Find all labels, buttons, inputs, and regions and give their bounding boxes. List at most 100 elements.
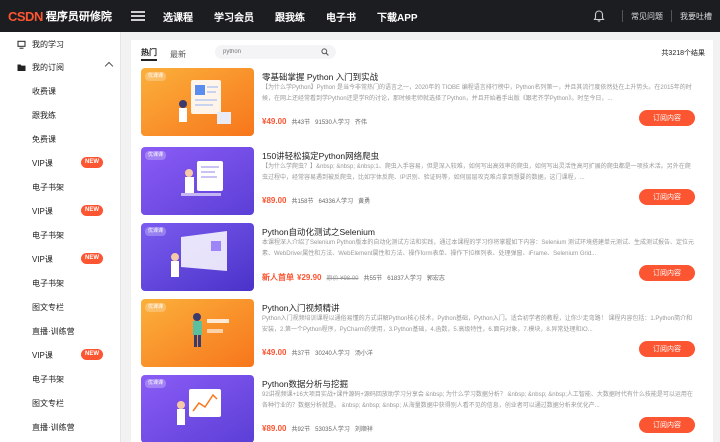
course-card[interactable]: 优课课 Python数据分析与挖掘 92讲视频课+16大项目实战+课件源码+源码… [141, 375, 703, 442]
new-badge: NEW [81, 349, 103, 360]
course-thumbnail[interactable]: 优课课 [141, 223, 254, 291]
logo[interactable]: CSDN 程序员研修院 [0, 0, 125, 32]
sidebar-item-label: 收费课 [32, 86, 56, 96]
sidebar-item-vip-courses[interactable]: VIP课 NEW [0, 346, 121, 364]
subscribe-button[interactable]: 订阅内容 [639, 417, 695, 433]
course-description: 【为什么学爬虫？】&nbsp; &nbsp; &nbsp;1、爬虫入手容易，但是… [262, 164, 691, 181]
course-thumbnail[interactable]: 优课课 [141, 375, 254, 442]
instructor-name: 齐伟 [354, 120, 367, 126]
sidebar-item-label: VIP课 [32, 350, 53, 360]
sidebar-item-columns[interactable]: 图文专栏 [0, 298, 121, 316]
folder-icon [17, 64, 26, 71]
thumbnail-badge: 优课课 [145, 72, 167, 81]
sidebar-item-ebook-shelf[interactable]: 电子书架 [0, 226, 121, 244]
instructor-name: 刘顺祥 [354, 427, 373, 433]
course-meta: ¥89.00 共92节 53035人学习 刘顺祥 [262, 424, 378, 433]
sidebar-item-label: 电子书架 [32, 278, 64, 288]
sidebar-item-paid-courses[interactable]: 收费课 [0, 82, 121, 100]
sidebar-item-practice[interactable]: 跟我练 [0, 106, 121, 124]
sidebar-item-free-courses[interactable]: 免费课 [0, 130, 121, 148]
instructor-name: 郭宏志 [426, 276, 445, 282]
hamburger-menu-icon[interactable] [131, 11, 145, 21]
sidebar-item-label: 我的学习 [32, 39, 64, 49]
course-description: 92讲视频课+16大项目实战+课件源码+源码回放助学习分享会 &nbsp; 为什… [262, 392, 693, 409]
search-input[interactable] [223, 49, 315, 55]
nav-membership[interactable]: 学习会员 [214, 9, 254, 24]
logo-subtitle: 程序员研修院 [45, 11, 112, 23]
course-thumbnail[interactable]: 优课课 [141, 147, 254, 215]
course-title[interactable]: Python自动化测试之Selenium [262, 226, 375, 238]
learner-count: 30240人学习 [315, 351, 350, 357]
course-description: 本课程深入介绍了Selenium Python版本的自动化测试方法和实践，通过本… [262, 240, 695, 257]
new-badge: NEW [81, 205, 103, 216]
sidebar-item-label: 图文专栏 [32, 302, 64, 312]
sidebar-item-label: VIP课 [32, 254, 53, 264]
result-count: 共3218个结果 [661, 50, 705, 57]
sidebar-item-label: 直播·训练营 [32, 326, 75, 336]
logo-mark-text: CSDN [8, 8, 43, 24]
sidebar-item-label: 电子书架 [32, 182, 64, 192]
bell-icon[interactable] [592, 9, 606, 23]
new-user-label: 新人首单 [262, 273, 294, 282]
nav-courses[interactable]: 选课程 [163, 9, 193, 24]
course-card[interactable]: 优课课 150讲轻松搞定Python网络爬虫 【为什么学爬虫？】&nbsp; &… [141, 147, 703, 215]
lesson-count: 共92节 [291, 427, 311, 433]
course-price: ¥49.00 [262, 117, 287, 126]
learner-count: 53035人学习 [315, 427, 350, 433]
course-thumbnail[interactable]: 优课课 [141, 299, 254, 367]
learner-count: 61837人学习 [387, 276, 422, 282]
sidebar-item-ebook-shelf[interactable]: 电子书架 [0, 178, 121, 196]
subscribe-button[interactable]: 订阅内容 [639, 341, 695, 357]
thumbnail-badge: 优课课 [145, 379, 167, 388]
learner-count: 91530人学习 [315, 120, 350, 126]
tab-hot[interactable]: 热门 [141, 47, 157, 61]
sidebar: 我的学习 我的订阅 收费课 跟我练 免费课 VIP课 NEW 电子书架 VIP课 N… [0, 32, 121, 442]
sidebar-item-vip-courses[interactable]: VIP课 NEW [0, 250, 121, 268]
tab-latest[interactable]: 最新 [170, 49, 186, 60]
sidebar-item-label: 图文专栏 [32, 398, 64, 408]
course-price: ¥49.00 [262, 348, 287, 357]
sidebar-item-my-learning[interactable]: 我的学习 [0, 35, 121, 53]
course-meta: ¥49.00 共43节 91530人学习 齐伟 [262, 117, 372, 126]
course-thumbnail[interactable]: 优课课 [141, 68, 254, 136]
sidebar-item-vip-courses[interactable]: VIP课 NEW [0, 154, 121, 172]
course-title[interactable]: 150讲轻松搞定Python网络爬虫 [262, 150, 379, 162]
sidebar-item-label: 跟我练 [32, 110, 56, 120]
nav-download-app[interactable]: 下载APP [377, 9, 418, 24]
sidebar-item-ebook-shelf[interactable]: 电子书架 [0, 370, 121, 388]
sidebar-item-label: VIP课 [32, 158, 53, 168]
monitor-icon [17, 40, 26, 49]
search-icon[interactable] [321, 48, 329, 56]
new-badge: NEW [81, 157, 103, 168]
lesson-count: 共55节 [363, 276, 383, 282]
course-card[interactable]: 优课课 Python自动化测试之Selenium 本课程深入介绍了Seleniu… [141, 223, 703, 291]
divider [671, 10, 672, 22]
divider [622, 10, 623, 22]
course-card[interactable]: 优课课 Python入门视频精讲 Python入门视频培训课程以通俗易懂的方式讲… [141, 299, 703, 367]
feedback-link[interactable]: 我要吐槽 [680, 11, 712, 22]
course-title[interactable]: Python数据分析与挖掘 [262, 378, 348, 390]
lesson-count: 共37节 [291, 351, 311, 357]
sidebar-item-live-training[interactable]: 直播·训练营 [0, 322, 121, 340]
course-price: ¥29.90 [297, 273, 322, 282]
course-card[interactable]: 优课课 零基础掌握 Python 入门到实战 【为什么学Python】Pytho… [141, 68, 703, 136]
top-right-links: 常见问题 我要吐槽 [592, 0, 712, 32]
nav-ebooks[interactable]: 电子书 [326, 9, 356, 24]
subscribe-button[interactable]: 订阅内容 [639, 189, 695, 205]
course-title[interactable]: Python入门视频精讲 [262, 302, 339, 314]
course-title[interactable]: 零基础掌握 Python 入门到实战 [262, 71, 378, 83]
nav-practice[interactable]: 跟我练 [275, 9, 305, 24]
faq-link[interactable]: 常见问题 [631, 11, 663, 22]
sidebar-item-ebook-shelf[interactable]: 电子书架 [0, 274, 121, 292]
thumbnail-badge: 优课课 [145, 303, 167, 312]
sidebar-item-columns[interactable]: 图文专栏 [0, 394, 121, 412]
chevron-up-icon[interactable] [104, 61, 114, 71]
sidebar-item-label: 电子书架 [32, 230, 64, 240]
subscribe-button[interactable]: 订阅内容 [639, 265, 695, 281]
sidebar-item-live-training[interactable]: 直播·训练营 [0, 418, 121, 436]
learner-count: 64336人学习 [318, 199, 354, 205]
sidebar-item-my-subscriptions[interactable]: 我的订阅 [0, 58, 121, 76]
subscribe-button[interactable]: 订阅内容 [639, 110, 695, 126]
course-meta: 新人首单 ¥29.90 原价 ¥98.00 共55节 61837人学习 郭宏志 [262, 272, 450, 283]
sidebar-item-vip-courses[interactable]: VIP课 NEW [0, 202, 121, 220]
